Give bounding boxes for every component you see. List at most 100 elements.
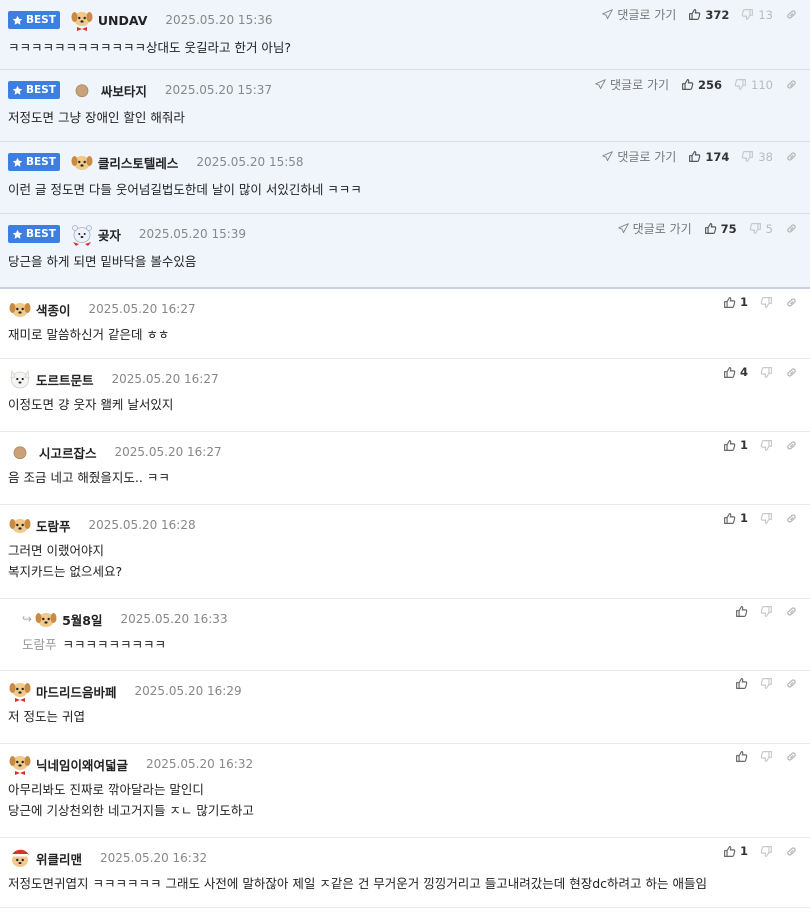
downvote-button[interactable] [760, 296, 773, 309]
comment-date: 2025.05.20 16:27 [114, 445, 222, 459]
send-icon [617, 223, 629, 234]
avatar[interactable] [8, 679, 32, 703]
downvote-button[interactable] [760, 439, 773, 452]
nickname[interactable]: 클리스토텔레스 [98, 153, 179, 172]
thumbs-down-icon [760, 512, 773, 525]
thumbs-down-icon [760, 677, 773, 690]
comment-line: 당근에 기상천외한 네고거지들 ㅈㄴ 많기도하고 [8, 803, 254, 818]
link-icon[interactable] [785, 605, 798, 618]
link-icon[interactable] [785, 512, 798, 525]
link-icon[interactable] [785, 222, 798, 235]
avatar[interactable] [73, 81, 91, 99]
comment-date: 2025.05.20 16:27 [88, 302, 196, 316]
nickname[interactable]: 곶자 [98, 225, 121, 244]
link-icon[interactable] [785, 366, 798, 379]
comment-date: 2025.05.20 15:58 [196, 155, 304, 169]
avatar[interactable] [8, 752, 32, 776]
upvote-button[interactable] [735, 605, 748, 618]
thumbs-up-icon [723, 366, 736, 379]
link-icon[interactable] [785, 845, 798, 858]
goto-comment-link[interactable]: 댓글로 가기 [602, 148, 676, 165]
avatar[interactable] [70, 8, 94, 32]
upvote-button[interactable]: 1 [723, 511, 748, 525]
goto-label: 댓글로 가기 [610, 78, 670, 92]
comment: 색종이 2025.05.20 16:27 1 재미로 말씀하신거 같은데 ㅎㅎ [0, 289, 810, 359]
avatar[interactable] [8, 367, 32, 391]
thumbs-down-icon [749, 222, 762, 235]
downvote-button[interactable] [760, 677, 773, 690]
comment-line: 음 조금 네고 해줬을지도.. ㅋㅋ [8, 470, 170, 485]
send-icon [602, 151, 614, 162]
best-comment: BEST 곶자 2025.05.20 15:39 댓글로 가기 75 5 당근을 하게 되면… [0, 214, 810, 289]
reply-arrow-icon: ↪ [22, 612, 33, 626]
link-icon[interactable] [785, 750, 798, 763]
comment-actions: 1 [723, 295, 798, 309]
downvote-button[interactable]: 38 [741, 150, 773, 164]
upvote-button[interactable]: 4 [723, 365, 748, 379]
avatar[interactable] [8, 297, 32, 321]
star-icon [12, 229, 23, 240]
goto-comment-link[interactable]: 댓글로 가기 [602, 6, 676, 23]
nickname[interactable]: 도르트문트 [36, 370, 94, 389]
comment-actions [735, 750, 798, 763]
comment-header: BEST 곶자 2025.05.20 15:39 [8, 222, 246, 246]
upvote-button[interactable]: 256 [681, 78, 722, 92]
nickname[interactable]: 위클리맨 [36, 849, 82, 868]
thumbs-up-icon [681, 78, 694, 91]
nickname[interactable]: UNDAV [98, 13, 148, 28]
goto-comment-link[interactable]: 댓글로 가기 [617, 220, 692, 237]
thumbs-up-icon [723, 845, 736, 858]
nickname[interactable]: 마드리드음바페 [36, 682, 117, 701]
upvote-button[interactable]: 1 [723, 295, 748, 309]
avatar[interactable] [11, 443, 29, 461]
nickname[interactable]: 시고르잡스 [39, 443, 97, 462]
avatar[interactable] [8, 846, 32, 870]
comment-line: 저 정도는 귀엽 [8, 709, 85, 724]
avatar[interactable] [70, 222, 94, 246]
upvote-button[interactable]: 174 [688, 150, 729, 164]
avatar[interactable] [34, 607, 58, 631]
avatar[interactable] [8, 513, 32, 537]
link-icon[interactable] [785, 150, 798, 163]
downvote-button[interactable]: 110 [734, 78, 773, 92]
nickname[interactable]: 싸보타지 [101, 81, 147, 100]
comment: 닉네임이왜여덟글 2025.05.20 16:32 아무리봐도 진짜로 깎아달라는 … [0, 744, 810, 838]
link-icon[interactable] [785, 78, 798, 91]
downvote-button[interactable]: 13 [741, 8, 773, 22]
comment-actions [735, 677, 798, 690]
upvote-button[interactable] [735, 677, 748, 690]
comment-header: BEST 싸보타지 2025.05.20 15:37 [8, 79, 272, 101]
upvote-button[interactable]: 1 [723, 844, 748, 858]
nickname[interactable]: 색종이 [36, 300, 71, 319]
downvote-button[interactable] [760, 366, 773, 379]
downvote-button[interactable] [760, 605, 773, 618]
downvote-button[interactable] [760, 750, 773, 763]
comment-line: 아무리봐도 진짜로 깎아달라는 말인디 [8, 782, 204, 797]
comment-header: 도르트문트 2025.05.20 16:27 [8, 368, 219, 390]
upvote-button[interactable]: 1 [723, 438, 748, 452]
comment-date: 2025.05.20 16:32 [146, 757, 254, 771]
comment-date: 2025.05.20 16:29 [134, 684, 242, 698]
thumbs-down-icon [760, 439, 773, 452]
link-icon[interactable] [785, 677, 798, 690]
downvote-button[interactable]: 5 [749, 222, 773, 236]
best-badge: BEST [8, 11, 60, 29]
avatar[interactable] [70, 150, 94, 174]
downvote-button[interactable] [760, 512, 773, 525]
upvote-button[interactable] [735, 750, 748, 763]
link-icon[interactable] [785, 296, 798, 309]
goto-comment-link[interactable]: 댓글로 가기 [595, 76, 669, 93]
upvote-button[interactable]: 372 [688, 8, 729, 22]
nickname[interactable]: 도람푸 [36, 516, 71, 535]
reply-mention[interactable]: 도람푸 [22, 637, 57, 652]
link-icon[interactable] [785, 8, 798, 21]
comment-text: 저정도면귀엽지 ㅋㅋㅋㅋㅋㅋ 그래도 사전에 말하잖아 제일 ㅈ같은 건 무거운… [8, 873, 707, 894]
link-icon[interactable] [785, 439, 798, 452]
upvote-button[interactable]: 75 [704, 222, 737, 236]
nickname[interactable]: 5월8일 [62, 610, 102, 629]
comment-date: 2025.05.20 16:28 [88, 518, 196, 532]
star-icon [12, 15, 23, 26]
nickname[interactable]: 닉네임이왜여덟글 [36, 755, 128, 774]
best-badge: BEST [8, 81, 60, 99]
downvote-button[interactable] [760, 845, 773, 858]
